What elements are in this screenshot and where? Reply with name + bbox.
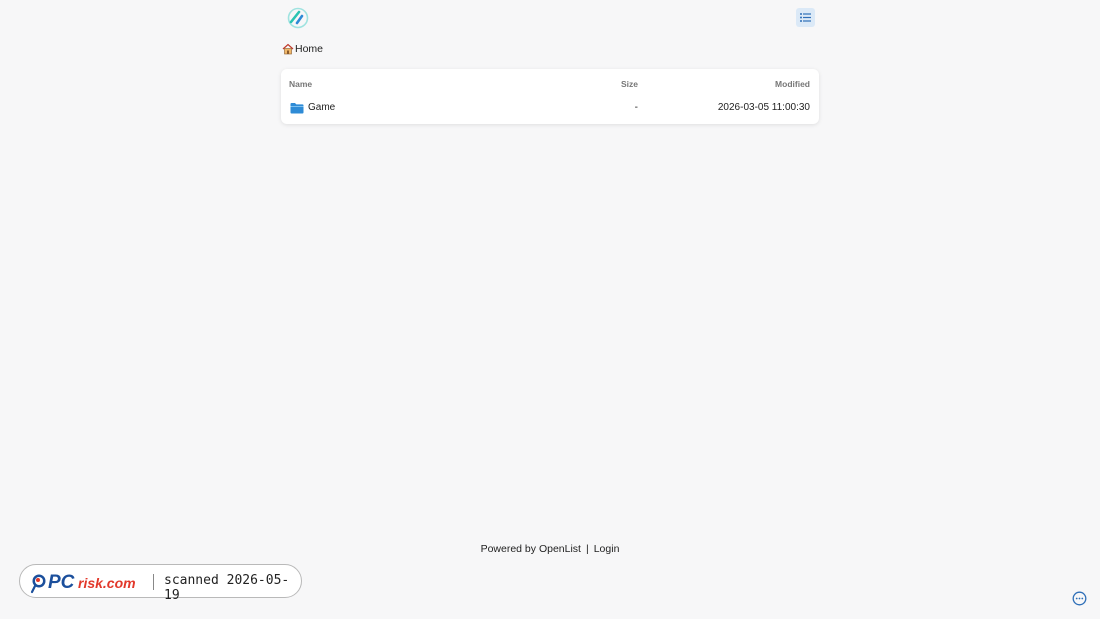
login-link[interactable]: Login — [594, 543, 620, 555]
file-modified: 2026-03-05 11:00:30 — [717, 102, 810, 113]
powered-by-link[interactable]: Powered by OpenList — [481, 543, 581, 555]
svg-text:risk.com: risk.com — [78, 575, 136, 591]
openlist-logo-icon[interactable] — [287, 7, 309, 29]
footer: Powered by OpenList | Login — [0, 543, 1100, 555]
column-header-size[interactable]: Size — [621, 79, 638, 89]
pcrisk-logo: PC risk.com — [30, 570, 154, 594]
svg-text:PC: PC — [48, 572, 75, 593]
file-list-header: Name Size Modified — [281, 69, 819, 97]
breadcrumb: Home — [282, 43, 323, 55]
chat-bubble-icon[interactable] — [1072, 591, 1087, 606]
column-header-modified[interactable]: Modified — [775, 79, 810, 89]
file-size: - — [634, 102, 638, 113]
app-root: Home Name Size Modified Game - 2026-03-0… — [0, 0, 1100, 619]
file-list: Name Size Modified Game - 2026-03-05 11:… — [281, 69, 819, 124]
file-row-game[interactable]: Game - 2026-03-05 11:00:30 — [281, 97, 819, 121]
folder-icon — [290, 102, 304, 114]
scan-date-text: scanned 2026-05-19 — [164, 573, 290, 603]
column-header-name[interactable]: Name — [289, 79, 312, 89]
list-view-icon — [800, 13, 811, 22]
home-icon — [282, 43, 294, 55]
footer-separator: | — [585, 543, 589, 555]
file-name: Game — [308, 102, 336, 113]
pcrisk-watermark: PC risk.com scanned 2026-05-19 — [19, 564, 302, 603]
list-view-toggle-button[interactable] — [796, 8, 815, 27]
breadcrumb-home-link[interactable]: Home — [295, 43, 323, 55]
watermark-divider — [153, 574, 154, 590]
